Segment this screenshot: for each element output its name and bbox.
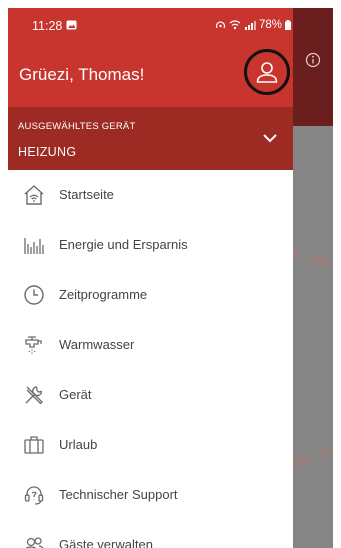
menu-item-label: Gäste verwalten	[59, 537, 153, 548]
tools-icon	[25, 386, 43, 405]
battery-percent: 78%	[258, 19, 282, 31]
menu-item-geraet[interactable]: Gerät	[8, 370, 293, 420]
gallery-notification-icon	[66, 20, 77, 30]
highlight-circle	[244, 49, 290, 95]
menu-item-label: Gerät	[59, 387, 92, 402]
headset-icon	[24, 486, 44, 505]
drawer-menu: Startseite Energie und Ersparnis Zeitpro…	[8, 170, 293, 548]
home-icon	[24, 185, 44, 205]
menu-item-energie[interactable]: Energie und Ersparnis	[8, 220, 293, 270]
menu-item-label: Zeitprogramme	[59, 287, 148, 302]
menu-item-warmwasser[interactable]: Warmwasser	[8, 320, 293, 370]
menu-item-support[interactable]: Technischer Support	[8, 470, 293, 520]
menu-item-startseite[interactable]: Startseite	[8, 170, 293, 220]
menu-item-gaeste[interactable]: Gäste verwalten	[8, 520, 293, 548]
device-selector[interactable]: AUSGEWÄHLTES GERÄT HEIZUNG	[8, 107, 293, 170]
guests-icon	[25, 537, 44, 548]
bar-chart-icon	[24, 238, 44, 254]
drawer-header: Grüezi, Thomas!	[8, 42, 293, 107]
clock-icon	[24, 285, 44, 305]
background-app[interactable]	[171, 8, 333, 548]
menu-item-label: Energie und Ersparnis	[59, 237, 188, 252]
status-right: 78%	[215, 19, 291, 31]
navigation-drawer: 11:28 78% Grüezi, Thomas! AUSGEWÄHLTES G…	[8, 8, 293, 548]
chevron-down-icon[interactable]	[262, 133, 278, 143]
hotspot-icon	[215, 21, 226, 29]
info-icon[interactable]	[305, 52, 321, 68]
faucet-icon	[25, 336, 42, 354]
status-time: 11:28	[32, 19, 63, 33]
menu-item-urlaub[interactable]: Urlaub	[8, 420, 293, 470]
phone-screen: 11:28 78% Grüezi, Thomas! AUSGEWÄHLTES G…	[8, 8, 333, 548]
menu-item-label: Startseite	[59, 187, 114, 202]
menu-item-zeitprogramme[interactable]: Zeitprogramme	[8, 270, 293, 320]
menu-item-label: Urlaub	[59, 437, 98, 452]
suitcase-icon	[24, 436, 44, 454]
greeting-text: Grüezi, Thomas!	[19, 65, 145, 84]
device-selector-value: HEIZUNG	[18, 145, 77, 159]
battery-icon	[285, 20, 291, 30]
wifi-signal-icon	[229, 20, 241, 30]
device-selector-label: AUSGEWÄHLTES GERÄT	[18, 121, 136, 132]
status-bar: 11:28 78%	[8, 8, 293, 42]
menu-item-label: Technischer Support	[59, 487, 178, 502]
cellular-signal-icon	[244, 21, 256, 30]
menu-item-label: Warmwasser	[59, 337, 135, 352]
